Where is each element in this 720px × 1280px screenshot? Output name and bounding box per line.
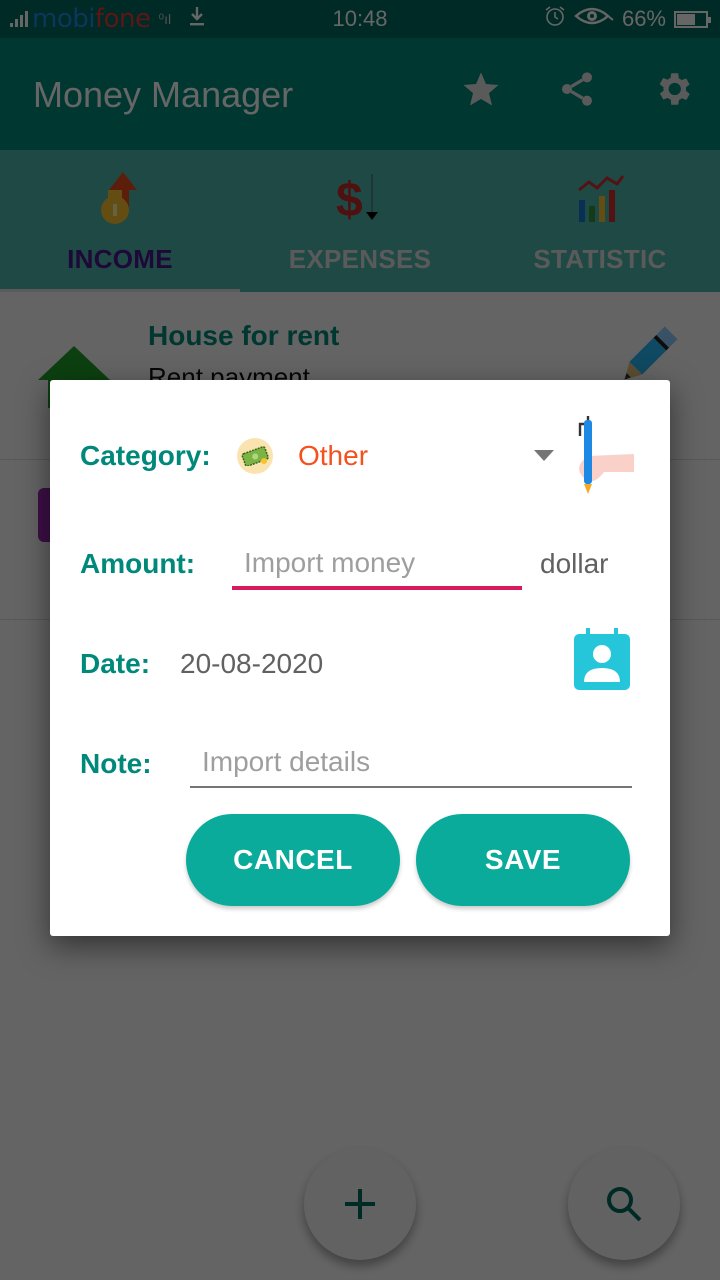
hand-pen-icon bbox=[568, 416, 638, 501]
category-select[interactable]: Other bbox=[298, 440, 368, 472]
chevron-down-icon[interactable] bbox=[534, 450, 554, 461]
add-income-dialog: Category: Other Amount: dollar Date: 20-… bbox=[50, 380, 670, 936]
calendar-icon[interactable] bbox=[572, 626, 632, 697]
save-button[interactable]: SAVE bbox=[416, 814, 630, 906]
note-label: Note: bbox=[80, 748, 152, 779]
note-input[interactable] bbox=[190, 738, 632, 788]
cancel-button[interactable]: CANCEL bbox=[186, 814, 400, 906]
date-value[interactable]: 20-08-2020 bbox=[180, 648, 323, 680]
amount-label: Amount: bbox=[80, 548, 196, 579]
banknote-icon bbox=[237, 438, 273, 474]
category-label: Category: bbox=[80, 440, 211, 471]
amount-input[interactable] bbox=[232, 540, 522, 590]
currency-label: dollar bbox=[540, 548, 609, 579]
date-label: Date: bbox=[80, 648, 151, 679]
